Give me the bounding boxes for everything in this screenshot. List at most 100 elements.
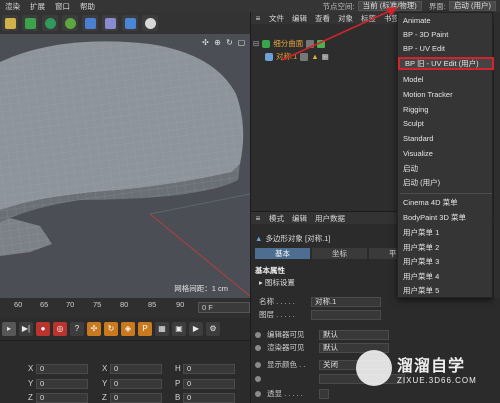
layout-option-sculpt[interactable]: Sculpt <box>398 117 494 130</box>
layout-option-user-menu-2[interactable]: 用户菜单 2 <box>398 241 494 254</box>
material-tag-icon[interactable]: ▦ <box>322 52 329 61</box>
zoom-icon[interactable]: ⊕ <box>213 38 222 47</box>
current-frame-field[interactable]: 0 F <box>198 302 250 313</box>
phong-tag-icon[interactable]: ▲ <box>311 52 318 61</box>
position-z-field[interactable]: 0 <box>36 393 88 403</box>
rotation-b-field[interactable]: 0 <box>183 393 235 403</box>
om-menu-object[interactable]: 对象 <box>334 13 357 24</box>
deformer-icon <box>84 17 96 29</box>
layout-option-bp-uv-edit[interactable]: BP - UV Edit <box>398 42 494 55</box>
object-row-symmetry[interactable]: 对称.1 ▲ ▦ <box>265 51 329 62</box>
maximize-icon[interactable]: ▢ <box>237 38 246 47</box>
am-menu-mode[interactable]: 模式 <box>265 213 288 224</box>
keyframe-selection-button[interactable]: ? <box>70 322 84 336</box>
menu-help[interactable]: 帮助 <box>75 1 100 12</box>
hamburger-icon[interactable]: ≡ <box>251 14 265 23</box>
tab-coordinates[interactable]: 坐标 <box>312 248 367 259</box>
layout-option-animate[interactable]: Animate <box>398 14 494 27</box>
scale-key-button[interactable]: ◈ <box>121 322 135 336</box>
prop-editor-visible-row: 编辑器可见 默认 <box>255 329 389 340</box>
layout-option-user-menu-1[interactable]: 用户菜单 1 <box>398 226 494 239</box>
animate-dot-icon[interactable] <box>255 390 261 397</box>
polygon-object-icon <box>265 52 273 61</box>
expand-icon[interactable]: ⊟ <box>253 39 259 48</box>
record-button[interactable]: ● <box>36 322 50 336</box>
cube-tool-button[interactable] <box>2 15 18 31</box>
pla-key-button[interactable]: ▦ <box>155 322 169 336</box>
position-x-field[interactable]: 0 <box>36 364 88 374</box>
move-key-button[interactable]: ✣ <box>87 322 101 336</box>
layout-select[interactable]: 启动 (用户) <box>448 1 496 11</box>
rotation-h-field[interactable]: 0 <box>183 364 235 374</box>
om-menu-view[interactable]: 查看 <box>311 13 334 24</box>
scale-z-field[interactable]: 0 <box>110 393 162 403</box>
layer-field[interactable] <box>311 309 381 320</box>
rotate-key-button[interactable]: ↻ <box>104 322 118 336</box>
am-menu-edit[interactable]: 编辑 <box>288 213 311 224</box>
layout-option-user-menu-5[interactable]: 用户菜单 5 <box>398 284 494 297</box>
layout-option-motion-tracker[interactable]: Motion Tracker <box>398 88 494 101</box>
camera-tool-button[interactable] <box>122 15 138 31</box>
animate-dot-icon[interactable] <box>255 331 261 338</box>
node-space-select[interactable]: 当前 (标准/物理) <box>357 1 422 11</box>
animate-dot-icon[interactable] <box>255 375 261 382</box>
layout-option-visualize[interactable]: Visualize <box>398 147 494 160</box>
render-view-button[interactable]: ▣ <box>172 322 186 336</box>
layout-option-startup-user[interactable]: 启动 (用户) <box>398 176 494 189</box>
layout-option-standard[interactable]: Standard <box>398 132 494 145</box>
scale-x-field[interactable]: 0 <box>110 364 162 374</box>
cloner-tool-button[interactable] <box>62 15 78 31</box>
layout-option-c4d-menu[interactable]: Cinema 4D 菜单 <box>398 196 494 209</box>
layout-option-rigging[interactable]: Rigging <box>398 103 494 116</box>
visibility-icon[interactable] <box>300 52 309 61</box>
checkmark-icon[interactable] <box>317 39 326 48</box>
layout-option-startup[interactable]: 启动 <box>398 162 494 175</box>
timeline[interactable]: 60 65 70 75 80 85 90 0 F <box>0 298 250 318</box>
param-key-button[interactable]: P <box>138 322 152 336</box>
layout-option-bp-3d-paint[interactable]: BP - 3D Paint <box>398 28 494 41</box>
goto-start-button[interactable]: ▸ <box>2 322 16 336</box>
animate-dot-icon[interactable] <box>255 344 261 351</box>
subdivision-surface-icon <box>262 39 271 48</box>
move-icon[interactable]: ✣ <box>201 38 210 47</box>
menu-extensions[interactable]: 扩展 <box>25 1 50 12</box>
xray-checkbox[interactable] <box>319 388 329 399</box>
3d-viewport[interactable]: ✣ ⊕ ↻ ▢ 网格间距：1 cm <box>0 34 250 298</box>
layout-option-model[interactable]: Model <box>398 73 494 86</box>
layout-option-user-menu-3[interactable]: 用户菜单 3 <box>398 255 494 268</box>
layout-option-bp-old-uv-edit-user[interactable]: BP 旧 - UV Edit (用户) <box>398 57 494 70</box>
grid-spacing-label: 网格间距：1 cm <box>174 284 228 293</box>
menu-render[interactable]: 渲染 <box>0 1 25 12</box>
hamburger-icon[interactable]: ≡ <box>251 214 265 223</box>
layout-option-bodypaint-menu[interactable]: BodyPaint 3D 菜单 <box>398 211 494 224</box>
right-scrollbar[interactable] <box>494 12 500 298</box>
light-tool-button[interactable] <box>142 15 158 31</box>
menu-window[interactable]: 窗口 <box>50 1 75 12</box>
goto-end-button[interactable]: ▶| <box>19 322 33 336</box>
visibility-icon[interactable] <box>306 39 315 48</box>
scale-y-field[interactable]: 0 <box>110 379 162 389</box>
layout-option-user-menu-4[interactable]: 用户菜单 4 <box>398 270 494 283</box>
animate-dot-icon[interactable] <box>255 361 261 368</box>
object-row-subdivision[interactable]: ⊟ 细分曲面 <box>253 38 326 49</box>
editor-visible-select[interactable]: 默认 <box>319 329 389 340</box>
render-settings-button[interactable]: ⚙ <box>206 322 220 336</box>
rotation-p-field[interactable]: 0 <box>183 379 235 389</box>
pen-tool-button[interactable] <box>22 15 38 31</box>
deformer-tool-button[interactable] <box>82 15 98 31</box>
rotate-icon[interactable]: ↻ <box>225 38 234 47</box>
om-menu-tags[interactable]: 标签 <box>357 13 380 24</box>
name-field[interactable]: 对称.1 <box>311 296 381 307</box>
render-picture-button[interactable]: ▶ <box>189 322 203 336</box>
icon-settings-group[interactable]: ▸ 图标设置 <box>259 277 295 288</box>
tab-basic[interactable]: 基本 <box>255 248 310 259</box>
layout-dropdown-menu: Animate BP - 3D Paint BP - UV Edit BP 旧 … <box>397 12 494 298</box>
scene-tool-button[interactable] <box>102 15 118 31</box>
subdivision-tool-button[interactable] <box>42 15 58 31</box>
om-menu-file[interactable]: 文件 <box>265 13 288 24</box>
attribute-object-title: ▲ 多边形对象 [对称.1] <box>255 233 330 244</box>
auto-key-button[interactable]: ◎ <box>53 322 67 336</box>
om-menu-edit[interactable]: 编辑 <box>288 13 311 24</box>
am-menu-userdata[interactable]: 用户数据 <box>311 213 349 224</box>
position-y-field[interactable]: 0 <box>36 379 88 389</box>
